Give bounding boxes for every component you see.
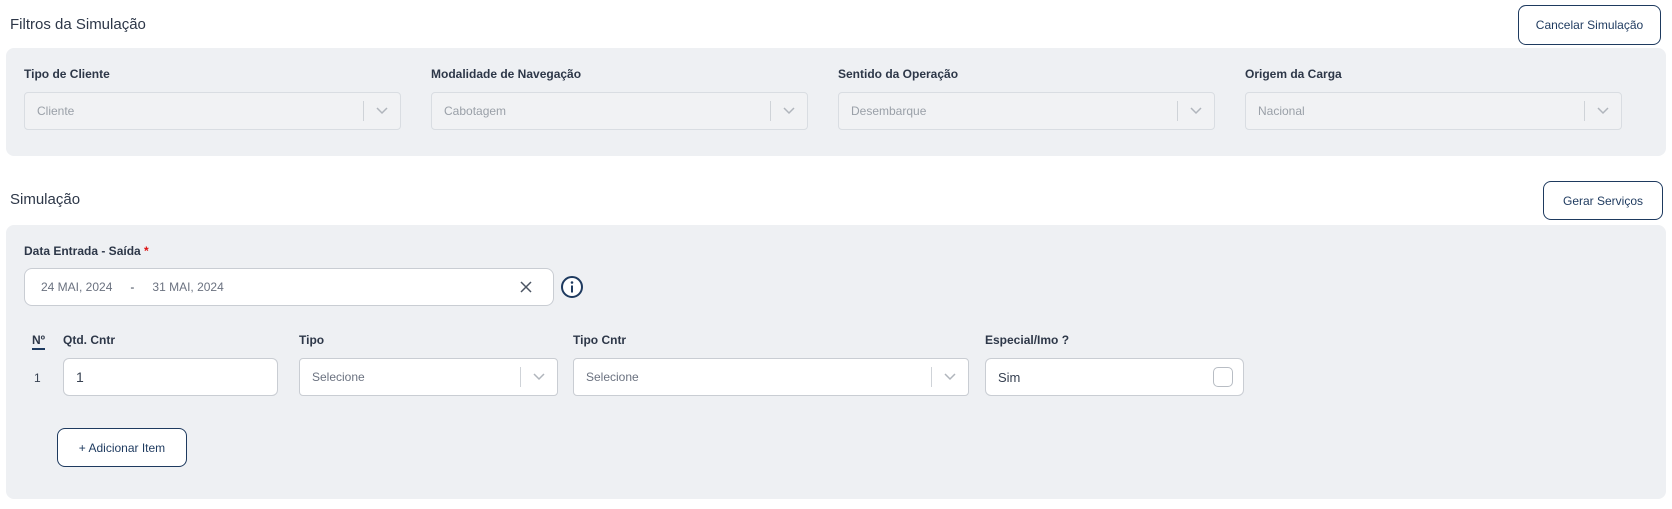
date-label-text: Data Entrada - Saída (24, 244, 141, 258)
gerar-servicos-button[interactable]: Gerar Serviços (1543, 181, 1663, 220)
tipo-cliente-select[interactable]: Cliente (24, 92, 401, 130)
tipo-cliente-value: Cliente (37, 104, 75, 118)
tipo-cntr-value: Selecione (586, 370, 639, 384)
date-label: Data Entrada - Saída * (24, 244, 149, 258)
chevron-down-icon[interactable] (1585, 107, 1621, 115)
tipo-select[interactable]: Selecione (299, 358, 558, 396)
filter-label-sentido: Sentido da Operação (838, 67, 959, 81)
date-separator: - (130, 280, 135, 294)
chevron-down-icon[interactable] (364, 107, 400, 115)
close-icon[interactable] (519, 280, 533, 297)
tipo-cntr-select[interactable]: Selecione (573, 358, 969, 396)
sentido-select[interactable]: Desembarque (838, 92, 1215, 130)
filter-label-modalidade: Modalidade de Navegação (431, 67, 582, 81)
sentido-value: Desembarque (851, 104, 927, 118)
especial-label: Sim (998, 369, 1021, 385)
modalidade-value: Cabotagem (444, 104, 507, 118)
cancel-simulation-button[interactable]: Cancelar Simulação (1518, 5, 1661, 45)
origem-select[interactable]: Nacional (1245, 92, 1622, 130)
header-num-text: Nº (32, 333, 46, 347)
row-num: 1 (34, 371, 41, 385)
filters-title: Filtros da Simulação (10, 16, 146, 33)
filter-label-origem: Origem da Carga (1245, 67, 1342, 81)
add-item-button[interactable]: + Adicionar Item (57, 428, 187, 467)
chevron-down-icon[interactable] (521, 373, 557, 381)
header-tipo-cntr: Tipo Cntr (573, 333, 627, 347)
qty-input[interactable]: 1 (63, 358, 278, 396)
chevron-down-icon[interactable] (771, 107, 807, 115)
date-end[interactable]: 31 MAI, 2024 (152, 280, 223, 294)
especial-field[interactable]: Sim (985, 358, 1244, 396)
required-mark: * (144, 244, 149, 258)
especial-checkbox[interactable] (1213, 367, 1233, 387)
chevron-down-icon[interactable] (1178, 107, 1214, 115)
tipo-value: Selecione (312, 370, 365, 384)
chevron-down-icon[interactable] (932, 373, 968, 381)
header-num: Nº (32, 333, 46, 350)
header-qty: Qtd. Cntr (63, 333, 115, 347)
info-icon[interactable] (560, 275, 584, 304)
header-especial: Especial/Imo ? (985, 333, 1070, 347)
modalidade-select[interactable]: Cabotagem (431, 92, 808, 130)
simulation-title: Simulação (10, 191, 81, 208)
header-tipo: Tipo (299, 333, 325, 347)
date-start[interactable]: 24 MAI, 2024 (41, 280, 112, 294)
date-range-input[interactable]: 24 MAI, 2024 - 31 MAI, 2024 (24, 268, 554, 306)
origem-value: Nacional (1258, 104, 1305, 118)
filter-label-tipo-cliente: Tipo de Cliente (24, 67, 110, 81)
